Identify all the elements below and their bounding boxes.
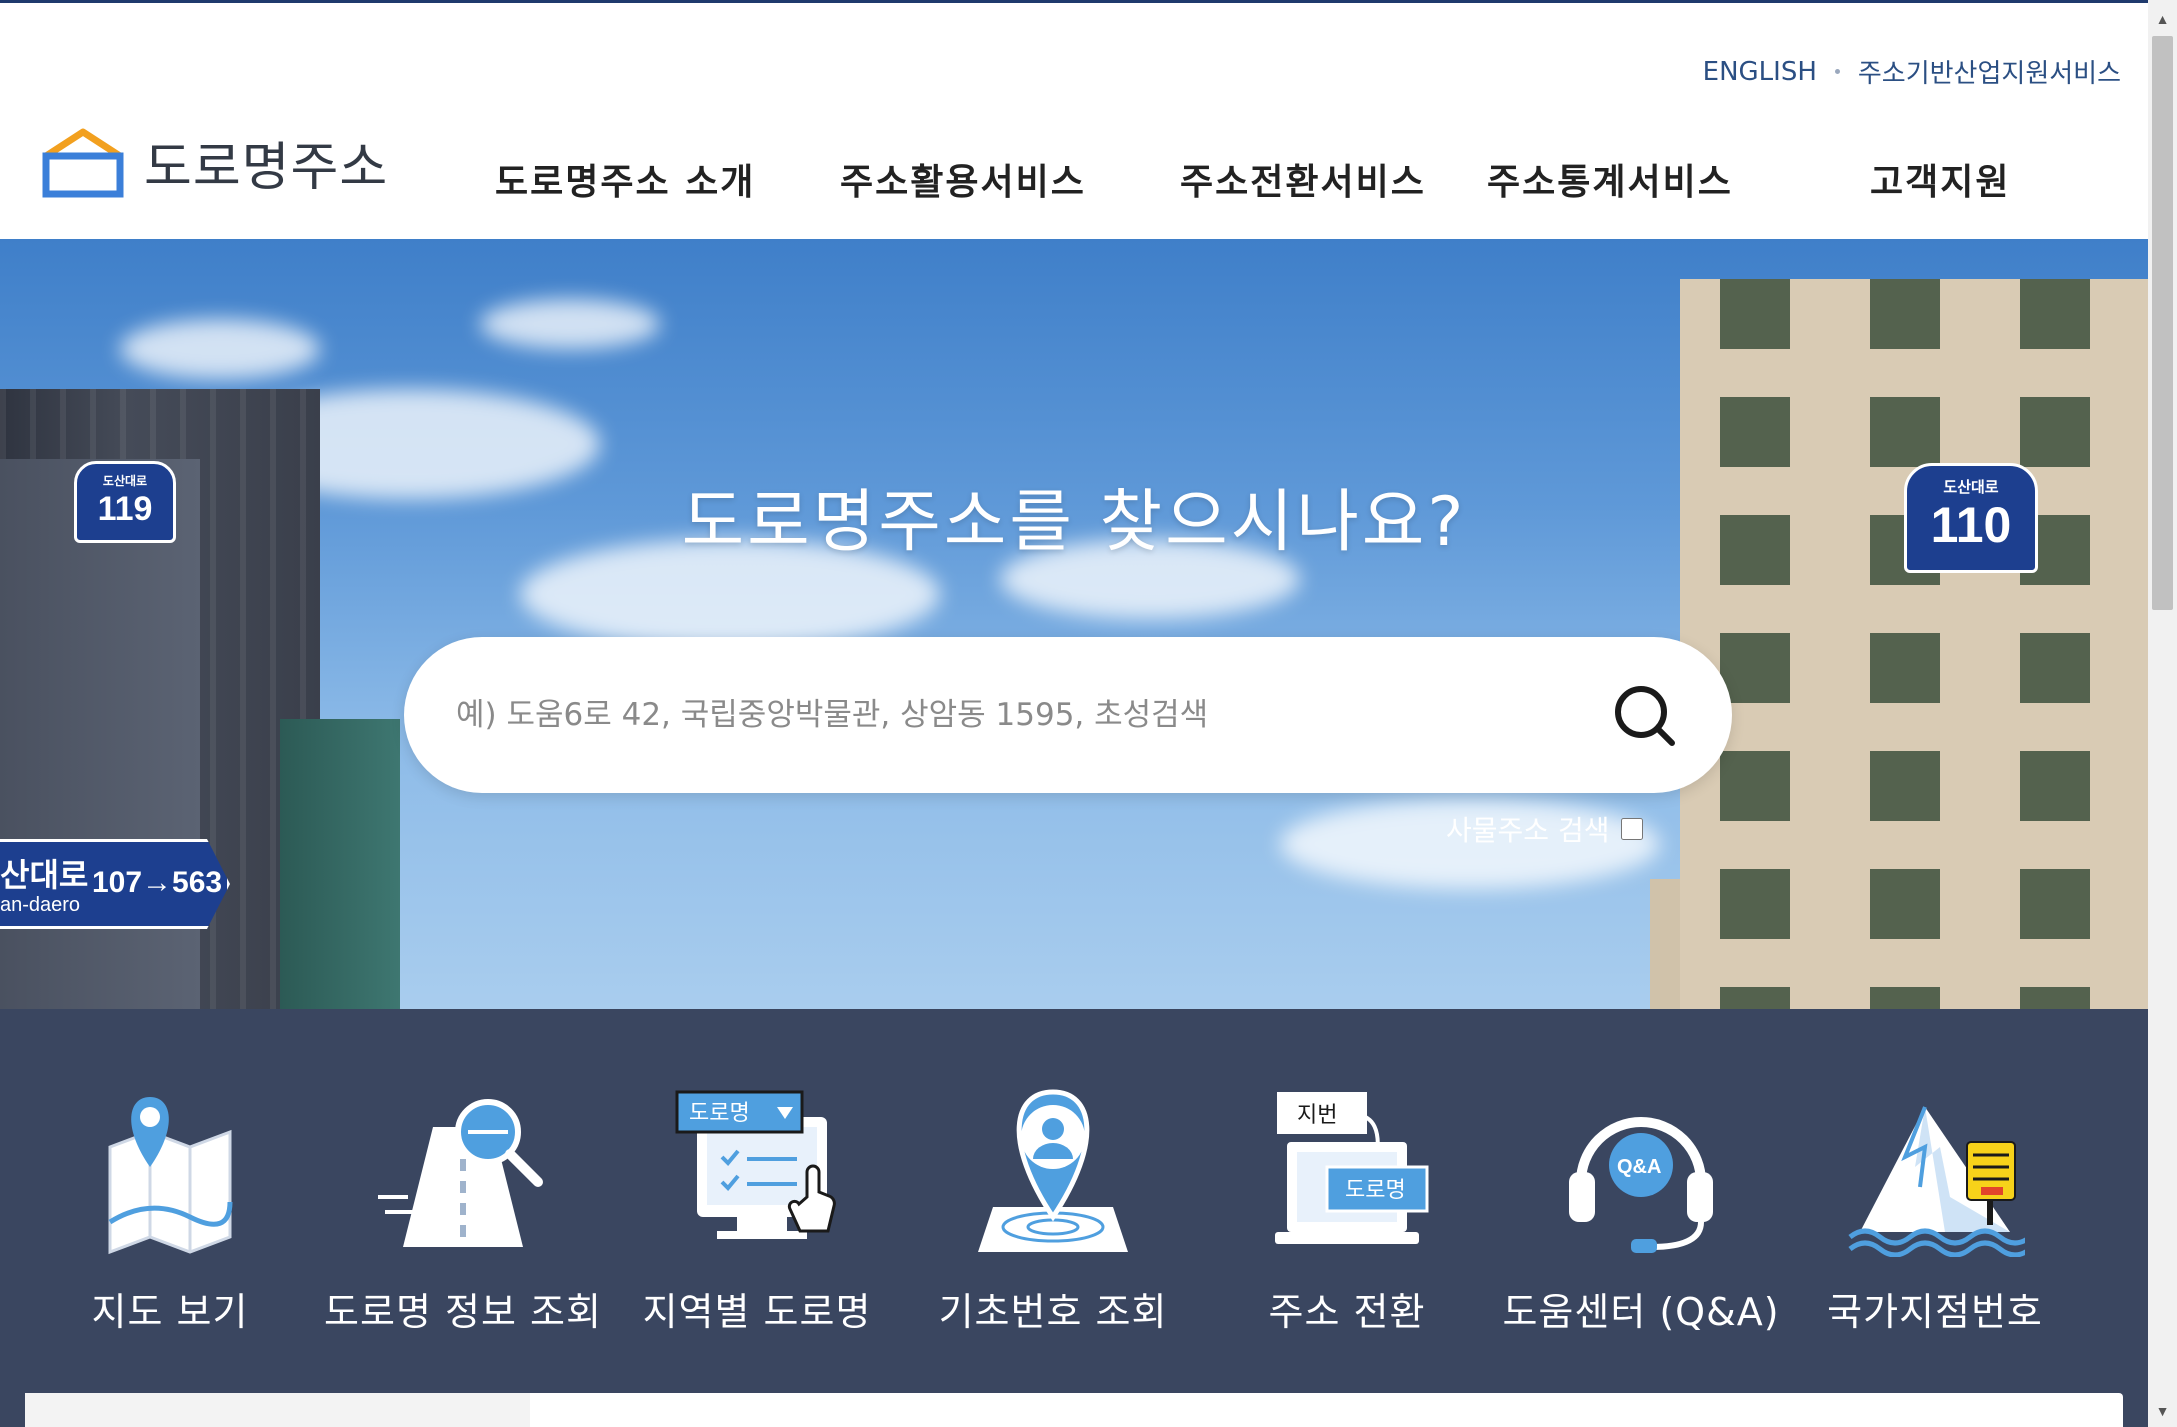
map-icon — [108, 1097, 233, 1255]
site-header: ENGLISH 주소기반산업지원서비스 도로명주소 도로명주소 소개 주소활용서… — [0, 3, 2148, 239]
utility-links: ENGLISH 주소기반산업지원서비스 — [1703, 53, 2121, 90]
badge-road-name: 도로명 — [1345, 1178, 1406, 1203]
search-icon — [1615, 686, 1675, 746]
thing-address-search-label: 사물주소 검색 — [1446, 814, 1610, 847]
main-navigation: 도로명주소 소개 주소활용서비스 주소전환서비스 주소통계서비스 고객지원 — [0, 153, 2148, 213]
national-point-icon — [1848, 1106, 2025, 1257]
region-road-icon: 도로명 — [675, 1090, 836, 1239]
thing-address-search-checkbox[interactable] — [1621, 818, 1644, 840]
quick-menu-map[interactable]: 지도 보기 — [25, 1087, 315, 1336]
quick-menu-helpdesk[interactable]: Q&A 도움센터 (Q&A) — [1496, 1087, 1786, 1336]
badge-lot-number: 지번 — [1297, 1103, 1337, 1128]
search-button[interactable] — [1610, 681, 1680, 751]
badge-qa: Q&A — [1617, 1156, 1661, 1178]
industry-support-link[interactable]: 주소기반산업지원서비스 — [1858, 53, 2121, 90]
quick-menu-label: 도로명 정보 조회 — [324, 1290, 602, 1334]
nav-item-conversion-services[interactable]: 주소전환서비스 — [1180, 153, 1426, 205]
base-number-icon — [978, 1089, 1128, 1252]
thing-address-search-option[interactable]: 사물주소 검색 — [1446, 809, 1644, 849]
quick-menu-label: 도움센터 (Q&A) — [1502, 1290, 1780, 1334]
hero-banner: 도산대로 119 도산대로 110 산대로 an-daero 107→563 도… — [0, 239, 2148, 1009]
vertical-scrollbar[interactable]: ▲ ▼ — [2148, 0, 2177, 1427]
quick-menu-address-convert[interactable]: 지번 도로명 주소 전환 — [1202, 1087, 1492, 1336]
badge-road-name: 도로명 — [689, 1101, 750, 1126]
address-convert-icon: 지번 도로명 — [1275, 1092, 1429, 1244]
building-green — [280, 719, 400, 1009]
nav-item-address-services[interactable]: 주소활용서비스 — [840, 153, 1086, 205]
helpdesk-icon: Q&A — [1569, 1117, 1713, 1253]
building-right — [1680, 279, 2148, 1009]
quick-menu-label: 국가지점번호 — [1827, 1290, 2043, 1334]
cloud — [120, 319, 320, 379]
quick-menu-national-point[interactable]: 국가지점번호 — [1790, 1087, 2080, 1336]
search-box — [404, 637, 1732, 793]
quick-menu-label: 주소 전환 — [1268, 1290, 1426, 1334]
quick-menu-region-road[interactable]: 도로명 지역별 도로명 — [612, 1087, 902, 1336]
separator-dot — [1834, 69, 1840, 74]
road-name-sign: 산대로 an-daero 107→563 — [0, 839, 230, 929]
page: ENGLISH 주소기반산업지원서비스 도로명주소 도로명주소 소개 주소활용서… — [0, 0, 2177, 1427]
road-search-icon — [378, 1099, 543, 1247]
quick-menu-label: 기초번호 조회 — [938, 1290, 1168, 1334]
quick-menu: 지도 보기 도로명 정보 조회 도로명 지역별 도로명 기초번호 조회 지번 도… — [0, 1009, 2148, 1427]
quick-menu-base-number[interactable]: 기초번호 조회 — [908, 1087, 1198, 1336]
scroll-down-icon[interactable]: ▼ — [2148, 1396, 2177, 1425]
scrollbar-thumb[interactable] — [2152, 36, 2173, 610]
quick-menu-label: 지역별 도로명 — [642, 1290, 872, 1334]
english-link[interactable]: ENGLISH — [1703, 57, 1817, 87]
quick-menu-label: 지도 보기 — [91, 1290, 249, 1334]
quick-menu-road-info[interactable]: 도로명 정보 조회 — [318, 1087, 608, 1336]
nav-item-statistics-services[interactable]: 주소통계서비스 — [1487, 153, 1733, 205]
cloud — [480, 299, 660, 349]
nav-item-customer-support[interactable]: 고객지원 — [1870, 153, 2010, 205]
hero-title: 도로명주소를 찾으시나요? — [681, 483, 1467, 562]
scroll-up-icon[interactable]: ▲ — [2148, 4, 2177, 33]
address-search-input[interactable] — [454, 677, 1554, 753]
nav-item-intro[interactable]: 도로명주소 소개 — [495, 153, 755, 205]
content-panel-tab[interactable] — [25, 1393, 530, 1427]
content-panel-top — [25, 1393, 2123, 1427]
